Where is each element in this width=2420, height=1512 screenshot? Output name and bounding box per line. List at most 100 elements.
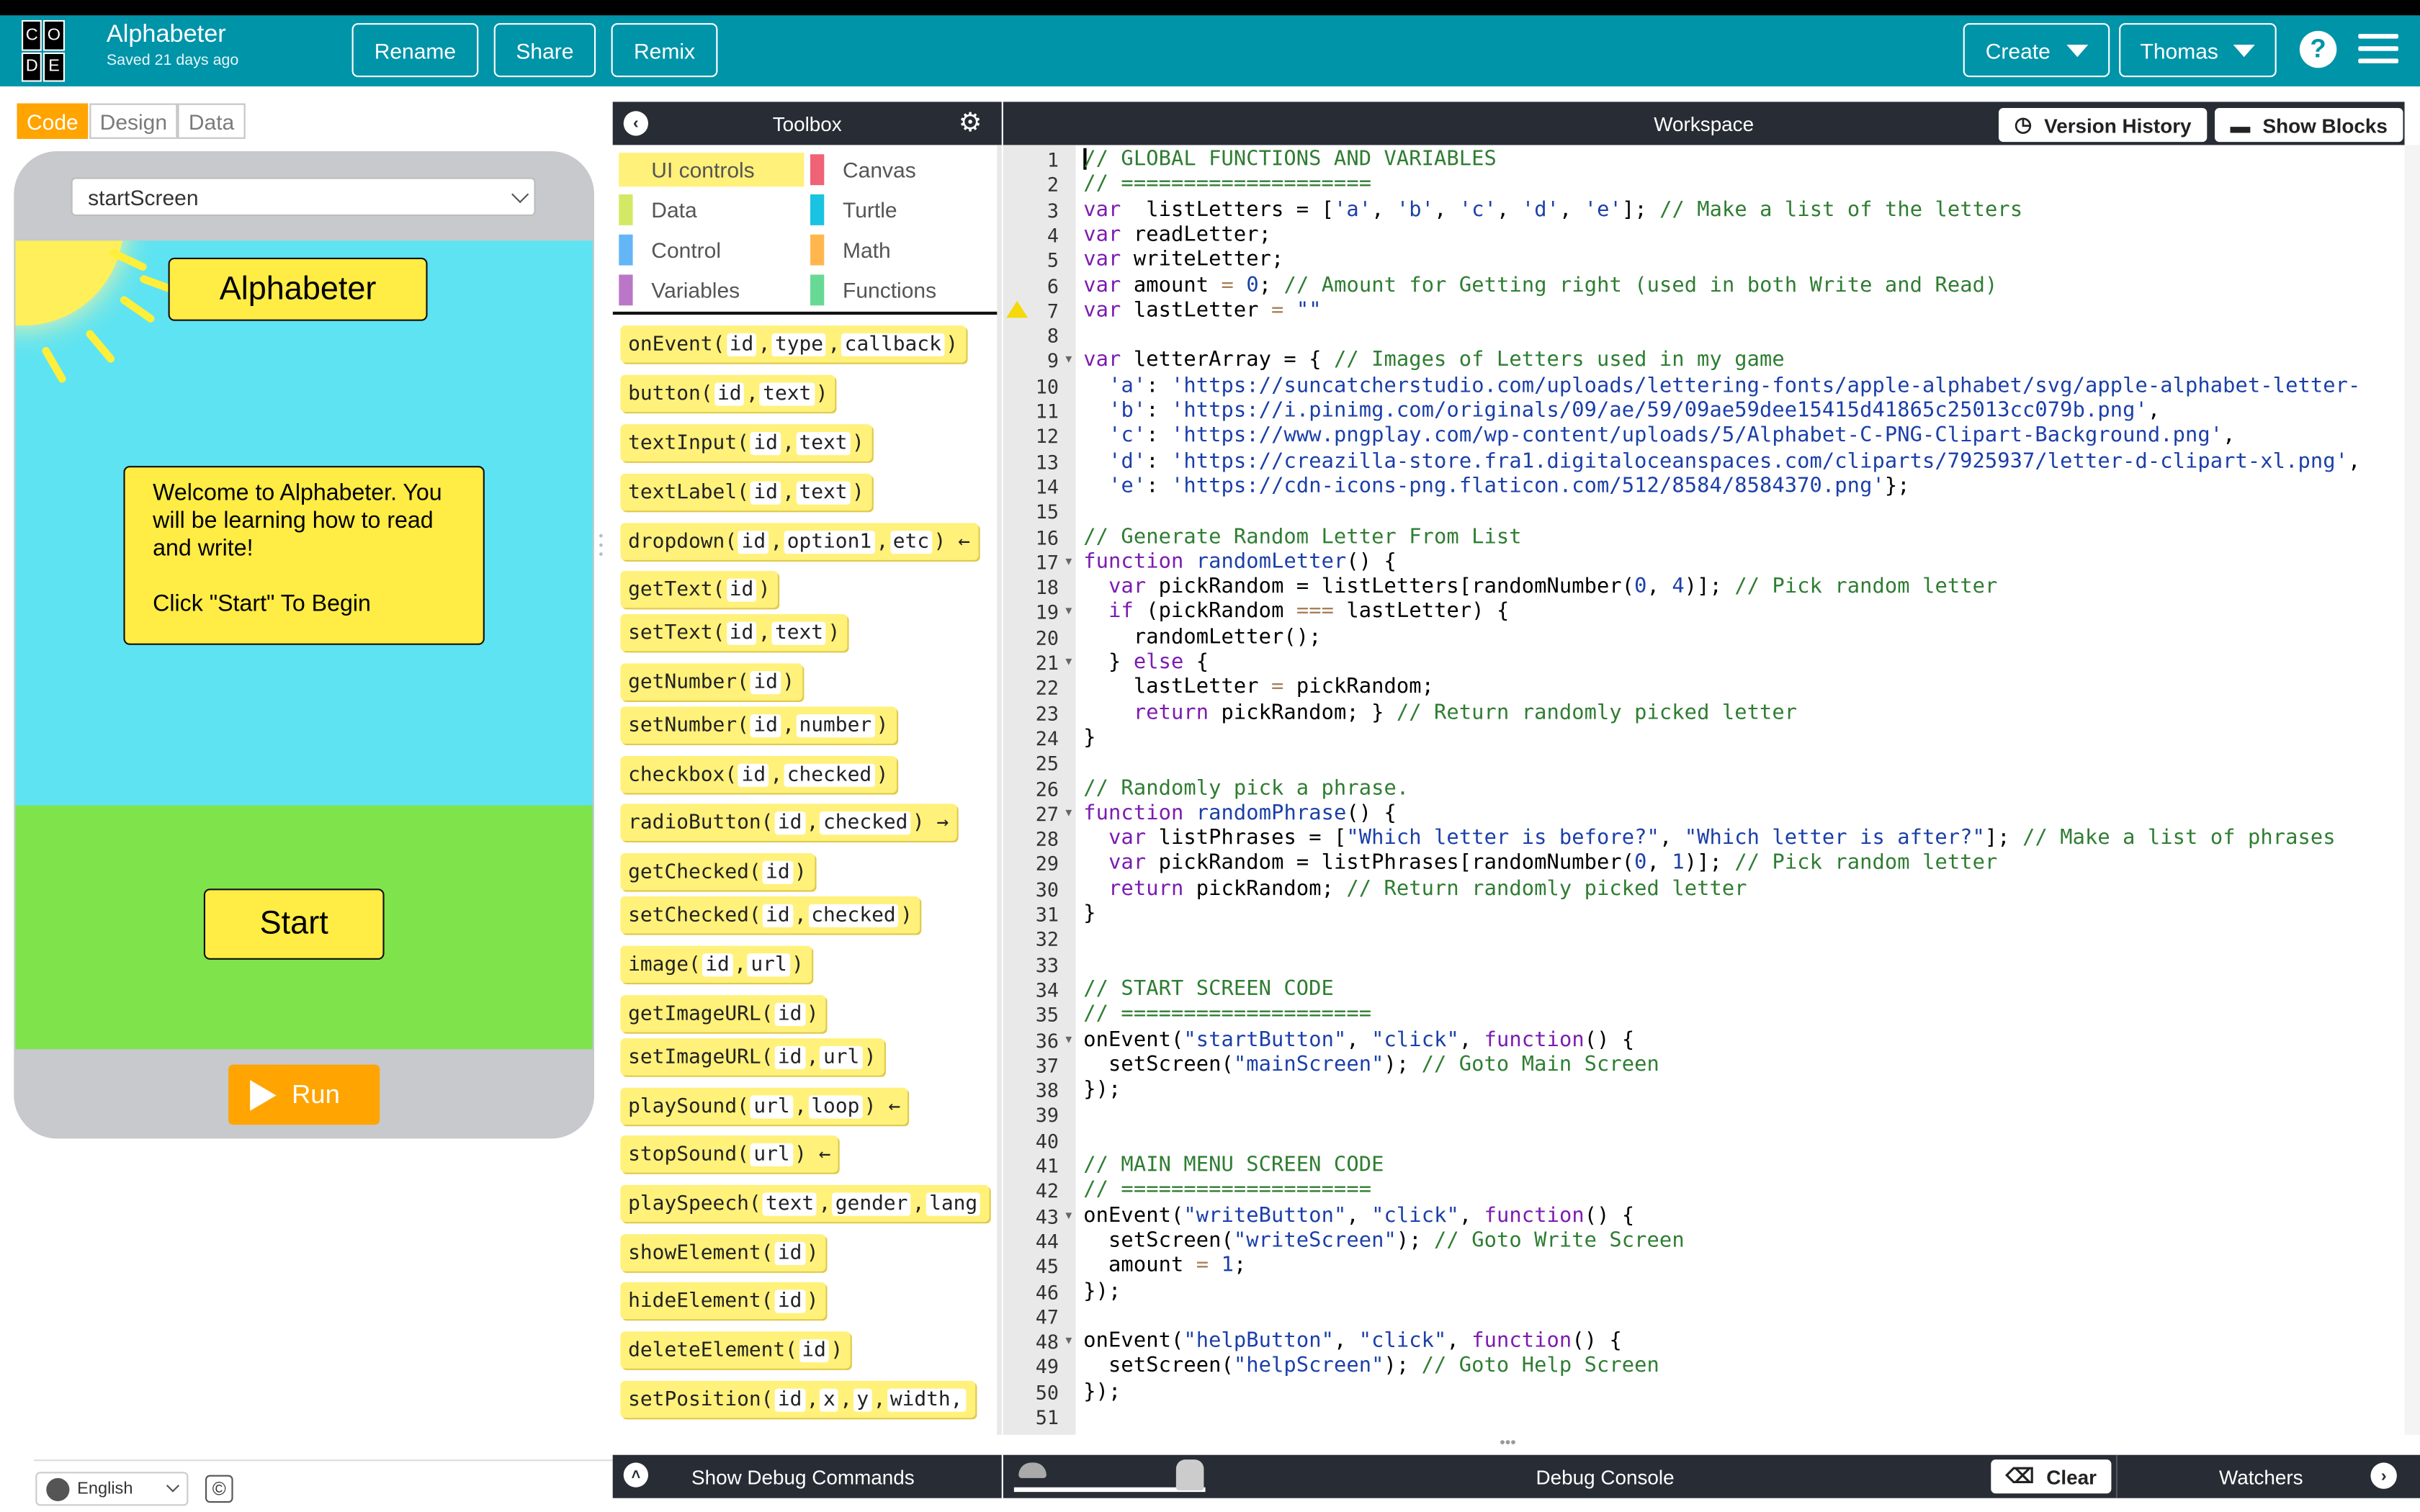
fold-icon[interactable]: ▼ bbox=[1063, 802, 1074, 827]
code-line[interactable]: var pickRandom = listLetters[randomNumbe… bbox=[1083, 575, 1997, 600]
expand-icon[interactable]: ˄ bbox=[623, 1462, 648, 1488]
block-showElement[interactable]: showElement(id) bbox=[620, 1234, 827, 1272]
code-line[interactable]: var letterArray = { // Images of Letters… bbox=[1083, 349, 1784, 374]
block-playSpeech[interactable]: playSpeech(text, gender, lang bbox=[620, 1184, 990, 1223]
code-line[interactable]: return pickRandom; } // Return randomly … bbox=[1083, 701, 1797, 726]
code-line[interactable]: setScreen("mainScreen"); // Goto Main Sc… bbox=[1083, 1053, 1659, 1079]
code-line[interactable]: amount = 1; bbox=[1083, 1255, 1246, 1280]
code-line[interactable]: setScreen("helpScreen"); // Goto Help Sc… bbox=[1083, 1355, 1659, 1380]
code-line[interactable]: var amount = 0; // Amount for Getting ri… bbox=[1083, 274, 1997, 299]
fold-icon[interactable]: ▼ bbox=[1063, 349, 1074, 374]
share-button[interactable]: Share bbox=[493, 23, 596, 78]
code-line[interactable]: setScreen("writeScreen"); // Goto Write … bbox=[1083, 1230, 1685, 1255]
code-line[interactable]: // MAIN MENU SCREEN CODE bbox=[1083, 1154, 1384, 1179]
code-line[interactable]: lastLetter = pickRandom; bbox=[1083, 676, 1434, 701]
screen-select[interactable]: startScreen bbox=[71, 177, 536, 216]
block-setImageURL[interactable]: setImageURL(id, url) bbox=[620, 1038, 884, 1076]
code-line[interactable]: var writeLetter; bbox=[1083, 248, 1283, 274]
rename-button[interactable]: Rename bbox=[351, 23, 479, 78]
language-select[interactable]: English bbox=[35, 1472, 189, 1506]
copyright-icon[interactable]: © bbox=[205, 1475, 233, 1503]
fold-icon[interactable]: ▼ bbox=[1063, 1028, 1074, 1053]
start-button[interactable]: Start bbox=[203, 888, 385, 960]
code-line[interactable]: var readLetter; bbox=[1083, 223, 1271, 248]
block-textLabel[interactable]: textLabel(id, text) bbox=[620, 473, 872, 511]
toolbox-scrollbar[interactable] bbox=[997, 145, 1002, 1435]
show-blocks-button[interactable]: ▬ Show Blocks bbox=[2215, 108, 2403, 143]
block-checkbox[interactable]: checkbox(id, checked) bbox=[620, 756, 897, 793]
resize-handle[interactable]: ••• bbox=[1489, 1436, 1526, 1451]
code-line[interactable]: onEvent("writeButton", "click", function… bbox=[1083, 1205, 1634, 1230]
block-hideElement[interactable]: hideElement(id) bbox=[620, 1282, 827, 1320]
code-line[interactable]: // GLOBAL FUNCTIONS AND VARIABLES bbox=[1083, 148, 1497, 174]
code-line[interactable]: // START SCREEN CODE bbox=[1083, 978, 1334, 1003]
code-line[interactable]: randomLetter(); bbox=[1083, 626, 1322, 651]
code-line[interactable]: function randomPhrase() { bbox=[1083, 802, 1397, 827]
fold-icon[interactable]: ▼ bbox=[1063, 551, 1074, 576]
category-ui-controls[interactable]: UI controls bbox=[619, 153, 805, 187]
block-setPosition[interactable]: setPosition(id, x, y, width, bbox=[620, 1380, 975, 1418]
code-line[interactable]: 'e': 'https://cdn-icons-png.flaticon.com… bbox=[1083, 475, 1909, 500]
run-button[interactable]: Run bbox=[228, 1064, 380, 1125]
block-getImageURL[interactable]: getImageURL(id) bbox=[620, 995, 827, 1032]
block-radioButton[interactable]: radioButton(id, checked) → bbox=[620, 804, 956, 841]
block-setNumber[interactable]: setNumber(id, number) bbox=[620, 706, 897, 744]
tab-data[interactable]: Data bbox=[177, 103, 246, 139]
code-line[interactable]: }); bbox=[1083, 1380, 1121, 1405]
fold-icon[interactable]: ▼ bbox=[1063, 1330, 1074, 1355]
block-setChecked[interactable]: setChecked(id, checked) bbox=[620, 896, 920, 934]
block-textInput[interactable]: textInput(id, text) bbox=[620, 424, 872, 462]
code-line[interactable]: var pickRandom = listPhrases[randomNumbe… bbox=[1083, 852, 1997, 878]
category-variables[interactable]: Variables bbox=[619, 273, 804, 307]
code-line[interactable]: // Randomly pick a phrase. bbox=[1083, 777, 1409, 802]
code-line[interactable]: return pickRandom; // Return randomly pi… bbox=[1083, 878, 1747, 903]
code-line[interactable]: 'd': 'https://creazilla-store.fra1.digit… bbox=[1083, 450, 2360, 475]
remix-button[interactable]: Remix bbox=[611, 23, 718, 78]
user-menu-button[interactable]: Thomas bbox=[2119, 23, 2277, 78]
category-math[interactable]: Math bbox=[810, 233, 992, 267]
fold-icon[interactable]: ▼ bbox=[1063, 651, 1074, 676]
code-org-logo[interactable]: C O D E bbox=[22, 19, 86, 82]
code-line[interactable]: } else { bbox=[1083, 651, 1209, 676]
code-line[interactable]: 'a': 'https://suncatcherstudio.com/uploa… bbox=[1083, 374, 2360, 400]
fold-icon[interactable]: ▼ bbox=[1063, 1205, 1074, 1230]
block-getChecked[interactable]: getChecked(id) bbox=[620, 853, 815, 891]
code-line[interactable]: // Generate Random Letter From List bbox=[1083, 526, 1521, 551]
debug-commands-bar[interactable]: Show Debug Commands bbox=[612, 1454, 1002, 1498]
code-line[interactable]: 'b': 'https://i.pinimg.com/originals/09/… bbox=[1083, 400, 2160, 425]
code-line[interactable]: } bbox=[1083, 903, 1095, 928]
block-setText[interactable]: setText(id, text) bbox=[620, 613, 848, 652]
code-line[interactable]: // ==================== bbox=[1083, 1179, 1371, 1205]
code-line[interactable]: onEvent("startButton", "click", function… bbox=[1083, 1028, 1634, 1053]
code-line[interactable]: // ==================== bbox=[1083, 174, 1371, 199]
code-line[interactable]: }); bbox=[1083, 1280, 1121, 1305]
code-line[interactable]: var listLetters = ['a', 'b', 'c', 'd', '… bbox=[1083, 199, 2022, 224]
code-line[interactable]: var listPhrases = ["Which letter is befo… bbox=[1083, 827, 2335, 852]
code-line[interactable]: if (pickRandom === lastLetter) { bbox=[1083, 600, 1509, 626]
workspace-scrollbar[interactable] bbox=[2404, 145, 2420, 1435]
code-line[interactable]: } bbox=[1083, 726, 1095, 752]
block-button[interactable]: button(id, text) bbox=[620, 374, 836, 413]
version-history-button[interactable]: ◷ Version History bbox=[1999, 108, 2208, 143]
code-line[interactable]: 'c': 'https://www.pngplay.com/wp-content… bbox=[1083, 425, 2235, 450]
code-line[interactable]: }); bbox=[1083, 1079, 1121, 1104]
clear-button[interactable]: ⌫ Clear bbox=[1991, 1459, 2112, 1494]
resize-handle[interactable]: ••• bbox=[599, 530, 605, 563]
code-line[interactable]: var lastLetter = "" bbox=[1083, 299, 1321, 324]
category-control[interactable]: Control bbox=[619, 233, 804, 267]
code-line[interactable]: function randomLetter() { bbox=[1083, 551, 1397, 576]
block-getText[interactable]: getText(id) bbox=[620, 570, 779, 608]
category-functions[interactable]: Functions bbox=[810, 273, 992, 307]
category-turtle[interactable]: Turtle bbox=[810, 193, 992, 227]
block-image[interactable]: image(id, url) bbox=[620, 945, 812, 983]
fold-icon[interactable]: ▼ bbox=[1063, 600, 1074, 626]
tab-design[interactable]: Design bbox=[89, 103, 178, 139]
code-line[interactable]: onEvent("helpButton", "click", function(… bbox=[1083, 1330, 1622, 1355]
category-canvas[interactable]: Canvas bbox=[810, 153, 992, 186]
block-onEvent[interactable]: onEvent(id, type, callback) bbox=[620, 325, 966, 363]
block-deleteElement[interactable]: deleteElement(id) bbox=[620, 1331, 851, 1369]
block-dropdown[interactable]: dropdown(id, option1, etc) ← bbox=[620, 523, 978, 560]
collapse-toolbox-icon[interactable]: ‹ bbox=[623, 111, 648, 136]
category-data[interactable]: Data bbox=[619, 193, 804, 227]
block-getNumber[interactable]: getNumber(id) bbox=[620, 663, 802, 701]
